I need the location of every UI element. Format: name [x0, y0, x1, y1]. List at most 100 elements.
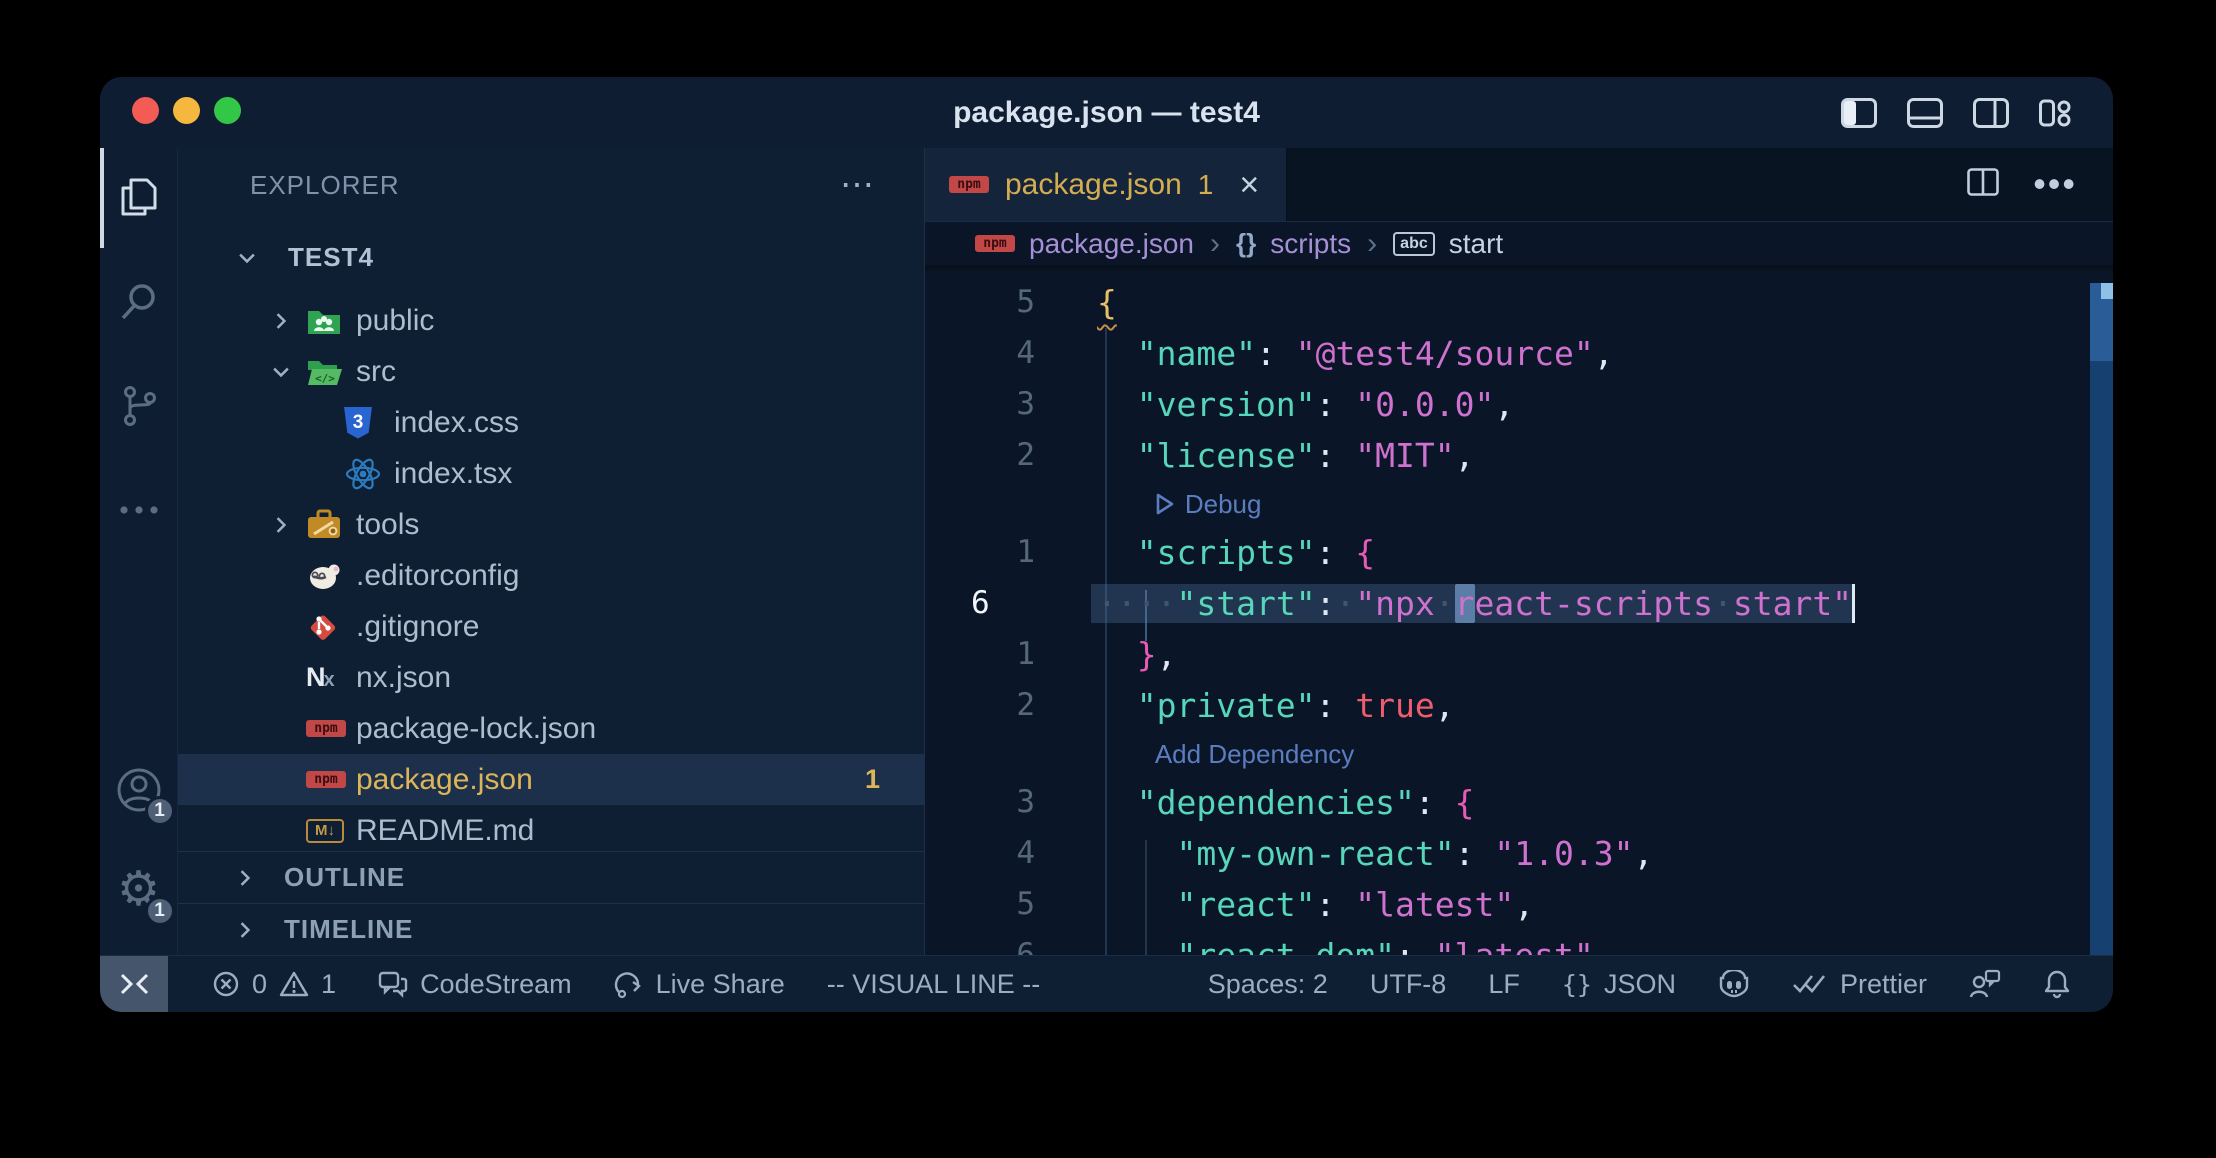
- code-line: 1 "scripts": {: [925, 527, 2113, 578]
- chevron-right-icon: [234, 867, 270, 889]
- tree-root-test4[interactable]: TEST4: [178, 232, 924, 283]
- tree-item-index-tsx[interactable]: index.tsx: [178, 448, 924, 499]
- error-icon: [212, 970, 240, 998]
- code-line: 4 "my-own-react": "1.0.3",: [925, 828, 2113, 879]
- codelens-debug[interactable]: Debug: [925, 481, 2113, 527]
- npm-icon: npm: [975, 235, 1015, 252]
- nx-icon: Nx: [306, 664, 356, 691]
- encoding-status[interactable]: UTF-8: [1370, 969, 1447, 1000]
- outline-section-header[interactable]: OUTLINE: [178, 851, 924, 903]
- tab-badge: 1: [1198, 169, 1214, 201]
- code-line: 4 "name": "@test4/source",: [925, 328, 2113, 379]
- feedback-icon[interactable]: [1969, 969, 2001, 999]
- explorer-sidebar: EXPLORER ⋯ TEST4 public: [178, 148, 925, 955]
- tree-item-gitignore[interactable]: .gitignore: [178, 601, 924, 652]
- vim-mode-indicator[interactable]: -- VISUAL LINE --: [827, 969, 1041, 1000]
- toggle-primary-sidebar-icon[interactable]: [1841, 98, 1877, 128]
- explorer-more-actions-icon[interactable]: ⋯: [840, 168, 877, 202]
- editorconfig-icon: [306, 561, 356, 591]
- code-line: 3 "version": "0.0.0",: [925, 379, 2113, 430]
- tree-item-tools[interactable]: tools: [178, 499, 924, 550]
- vscode-window: package.json — test4: [100, 77, 2113, 1012]
- eol-status[interactable]: LF: [1488, 969, 1520, 1000]
- breadcrumb-separator: ›: [1208, 227, 1222, 261]
- breadcrumb-file[interactable]: package.json: [1029, 228, 1194, 260]
- settings-gear-icon[interactable]: ⚙ 1: [103, 854, 175, 926]
- remote-icon: [119, 971, 149, 997]
- block-cursor: r: [1455, 584, 1475, 623]
- notifications-bell-icon[interactable]: [2043, 969, 2071, 999]
- breadcrumb-object[interactable]: scripts: [1270, 228, 1351, 260]
- npm-icon: npm: [306, 720, 356, 737]
- tree-item-readme-md[interactable]: M↓ README.md: [178, 805, 924, 851]
- breadcrumb-separator: ›: [1365, 227, 1379, 261]
- codestream-status[interactable]: CodeStream: [378, 969, 572, 1000]
- object-symbol-icon: {}: [1236, 228, 1256, 259]
- indentation-status[interactable]: Spaces: 2: [1208, 969, 1328, 1000]
- chevron-right-icon: [234, 919, 270, 941]
- comment-discussion-icon: [378, 970, 408, 998]
- code-editor[interactable]: 5 { 4 "name": "@test4/source", 3 "versio…: [925, 265, 2113, 955]
- code-line: 3 "dependencies": {: [925, 777, 2113, 828]
- remote-indicator[interactable]: [100, 956, 168, 1013]
- folder-tools-icon: [306, 509, 356, 541]
- npm-icon: npm: [306, 771, 356, 788]
- tree-item-editorconfig[interactable]: .editorconfig: [178, 550, 924, 601]
- split-editor-icon[interactable]: [1967, 168, 1999, 201]
- active-view-indicator: [100, 148, 104, 248]
- problems-status[interactable]: 0 1: [212, 969, 336, 1000]
- source-control-view-icon[interactable]: [103, 370, 175, 442]
- tree-item-src[interactable]: </> src: [178, 346, 924, 397]
- editor-more-actions-icon[interactable]: •••: [2033, 177, 2077, 191]
- language-status[interactable]: {} JSON: [1562, 969, 1676, 1000]
- folder-src-icon: </>: [306, 357, 356, 387]
- chevron-down-icon: [270, 361, 306, 383]
- editor-group: npm package.json 1 × ••• npm package.jso…: [925, 148, 2113, 955]
- explorer-title: EXPLORER: [250, 170, 400, 201]
- settings-badge: 1: [145, 896, 175, 926]
- tree-item-package-lock-json[interactable]: npm package-lock.json: [178, 703, 924, 754]
- warning-icon: [279, 970, 309, 998]
- string-symbol-icon: abc: [1393, 232, 1435, 256]
- status-bar: 0 1 CodeStream Live Share -- VISUAL LINE…: [100, 955, 2113, 1012]
- close-tab-icon[interactable]: ×: [1239, 168, 1259, 202]
- code-line: 1 },: [925, 629, 2113, 680]
- live-share-status[interactable]: Live Share: [614, 969, 785, 1000]
- code-line: 2 "private": true,: [925, 680, 2113, 731]
- copilot-status[interactable]: [1718, 970, 1750, 998]
- tab-package-json[interactable]: npm package.json 1 ×: [925, 148, 1287, 221]
- chevron-right-icon: [270, 310, 306, 332]
- tree-item-public[interactable]: public: [178, 295, 924, 346]
- more-views-icon[interactable]: [103, 474, 175, 546]
- breadcrumb: npm package.json › {} scripts › abc star…: [925, 222, 2113, 265]
- codelens-add-dependency[interactable]: Add Dependency: [925, 731, 2113, 777]
- breadcrumb-property[interactable]: start: [1449, 228, 1503, 260]
- code-line: 5 "react": "latest",: [925, 879, 2113, 930]
- accounts-icon[interactable]: 1: [103, 754, 175, 826]
- braces-icon: {}: [1562, 970, 1592, 999]
- code-line: 2 "license": "MIT",: [925, 430, 2113, 481]
- toggle-secondary-sidebar-icon[interactable]: [1973, 98, 2009, 128]
- tab-bar: npm package.json 1 × •••: [925, 148, 2113, 222]
- timeline-section-header[interactable]: TIMELINE: [178, 903, 924, 955]
- toggle-panel-icon[interactable]: [1907, 98, 1943, 128]
- double-check-icon: [1792, 972, 1828, 996]
- tree-item-index-css[interactable]: 3 index.css: [178, 397, 924, 448]
- explorer-view-icon[interactable]: [103, 162, 175, 234]
- window-title: package.json — test4: [100, 77, 2113, 148]
- svg-text:</>: </>: [315, 372, 335, 385]
- scrollbar-thumb[interactable]: [2090, 283, 2113, 955]
- react-icon: [344, 457, 394, 491]
- code-line-current: 6 ····"start":·"npx·react-scripts·start": [925, 578, 2113, 629]
- folder-public-icon: [306, 306, 356, 336]
- customize-layout-icon[interactable]: [2039, 98, 2073, 128]
- file-tree: public </> src 3 index.css: [178, 283, 924, 851]
- git-icon: [306, 610, 356, 644]
- play-icon: [1155, 493, 1175, 515]
- tree-item-package-json[interactable]: npm package.json 1: [178, 754, 924, 805]
- prettier-status[interactable]: Prettier: [1792, 969, 1927, 1000]
- activity-bar: 1 ⚙ 1: [100, 148, 178, 955]
- search-view-icon[interactable]: [103, 266, 175, 338]
- tree-item-nx-json[interactable]: Nx nx.json: [178, 652, 924, 703]
- live-share-icon: [614, 969, 644, 999]
